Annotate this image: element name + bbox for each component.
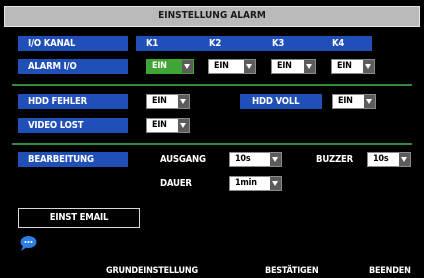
chevron-down-icon — [270, 153, 281, 166]
hdd-voll-label: HDD VOLL — [240, 94, 322, 109]
hdd-fehler-label: HDD FEHLER — [18, 94, 128, 109]
alarm-io-k3-value: EIN — [277, 61, 292, 71]
hdd-voll-value: EIN — [338, 96, 353, 106]
section-divider — [12, 84, 412, 86]
alarm-io-k3-select[interactable]: EIN — [271, 59, 316, 74]
buzzer-select[interactable]: 10s — [367, 152, 411, 167]
grundeinstellung-button[interactable]: GRUNDEINSTELLUNG — [106, 264, 198, 278]
alarm-io-label: ALARM I/O — [18, 59, 128, 74]
ausgang-label: AUSGANG — [160, 154, 206, 165]
beenden-button[interactable]: BEENDEN — [369, 264, 411, 278]
alarm-io-k2-value: EIN — [214, 61, 229, 71]
alarm-io-k1-value: EIN — [152, 61, 167, 71]
channel-k4: K4 — [332, 38, 345, 49]
chevron-down-icon — [244, 60, 255, 73]
channel-k2: K2 — [209, 38, 222, 49]
buzzer-label: BUZZER — [316, 154, 354, 165]
video-lost-label: VIDEO LOST — [18, 118, 128, 133]
video-lost-select[interactable]: EIN — [146, 118, 190, 133]
alarm-io-k2-select[interactable]: EIN — [208, 59, 256, 74]
bestaetigen-button[interactable]: BESTÄTIGEN — [265, 264, 319, 278]
channel-k1: K1 — [146, 38, 159, 49]
ausgang-value: 10s — [235, 154, 251, 164]
bearbeitung-label: BEARBEITUNG — [18, 152, 128, 167]
speech-bubble-icon[interactable] — [19, 235, 37, 251]
chevron-down-icon — [304, 60, 315, 73]
chevron-down-icon — [363, 60, 374, 73]
chevron-down-icon — [178, 95, 189, 108]
chevron-down-icon — [178, 119, 189, 132]
video-lost-value: EIN — [152, 120, 167, 130]
hdd-fehler-select[interactable]: EIN — [146, 94, 190, 109]
buzzer-value: 10s — [373, 154, 389, 164]
alarm-settings-screen: EINSTELLUNG ALARM I/O KANAL K1 K2 K3 K4 … — [0, 0, 424, 278]
page-title: EINSTELLUNG ALARM — [158, 10, 266, 21]
dauer-value: 1min — [235, 178, 257, 188]
alarm-io-k1-select[interactable]: EIN — [146, 59, 194, 74]
section-divider — [12, 143, 412, 145]
ausgang-select[interactable]: 10s — [229, 152, 282, 167]
chevron-down-icon — [270, 177, 281, 190]
chevron-down-icon — [182, 60, 193, 73]
chevron-down-icon — [364, 95, 375, 108]
title-bar: EINSTELLUNG ALARM — [4, 6, 420, 27]
dauer-label: DAUER — [160, 178, 192, 189]
io-kanal-label: I/O KANAL — [18, 36, 128, 51]
chevron-down-icon — [399, 153, 410, 166]
channel-k3: K3 — [272, 38, 285, 49]
email-settings-button[interactable]: EINST EMAIL — [18, 208, 140, 228]
hdd-voll-select[interactable]: EIN — [332, 94, 376, 109]
dauer-select[interactable]: 1min — [229, 176, 282, 191]
channel-header-bar: K1 K2 K3 K4 — [136, 36, 372, 51]
hdd-fehler-value: EIN — [152, 96, 167, 106]
alarm-io-k4-value: EIN — [337, 61, 352, 71]
alarm-io-k4-select[interactable]: EIN — [331, 59, 375, 74]
